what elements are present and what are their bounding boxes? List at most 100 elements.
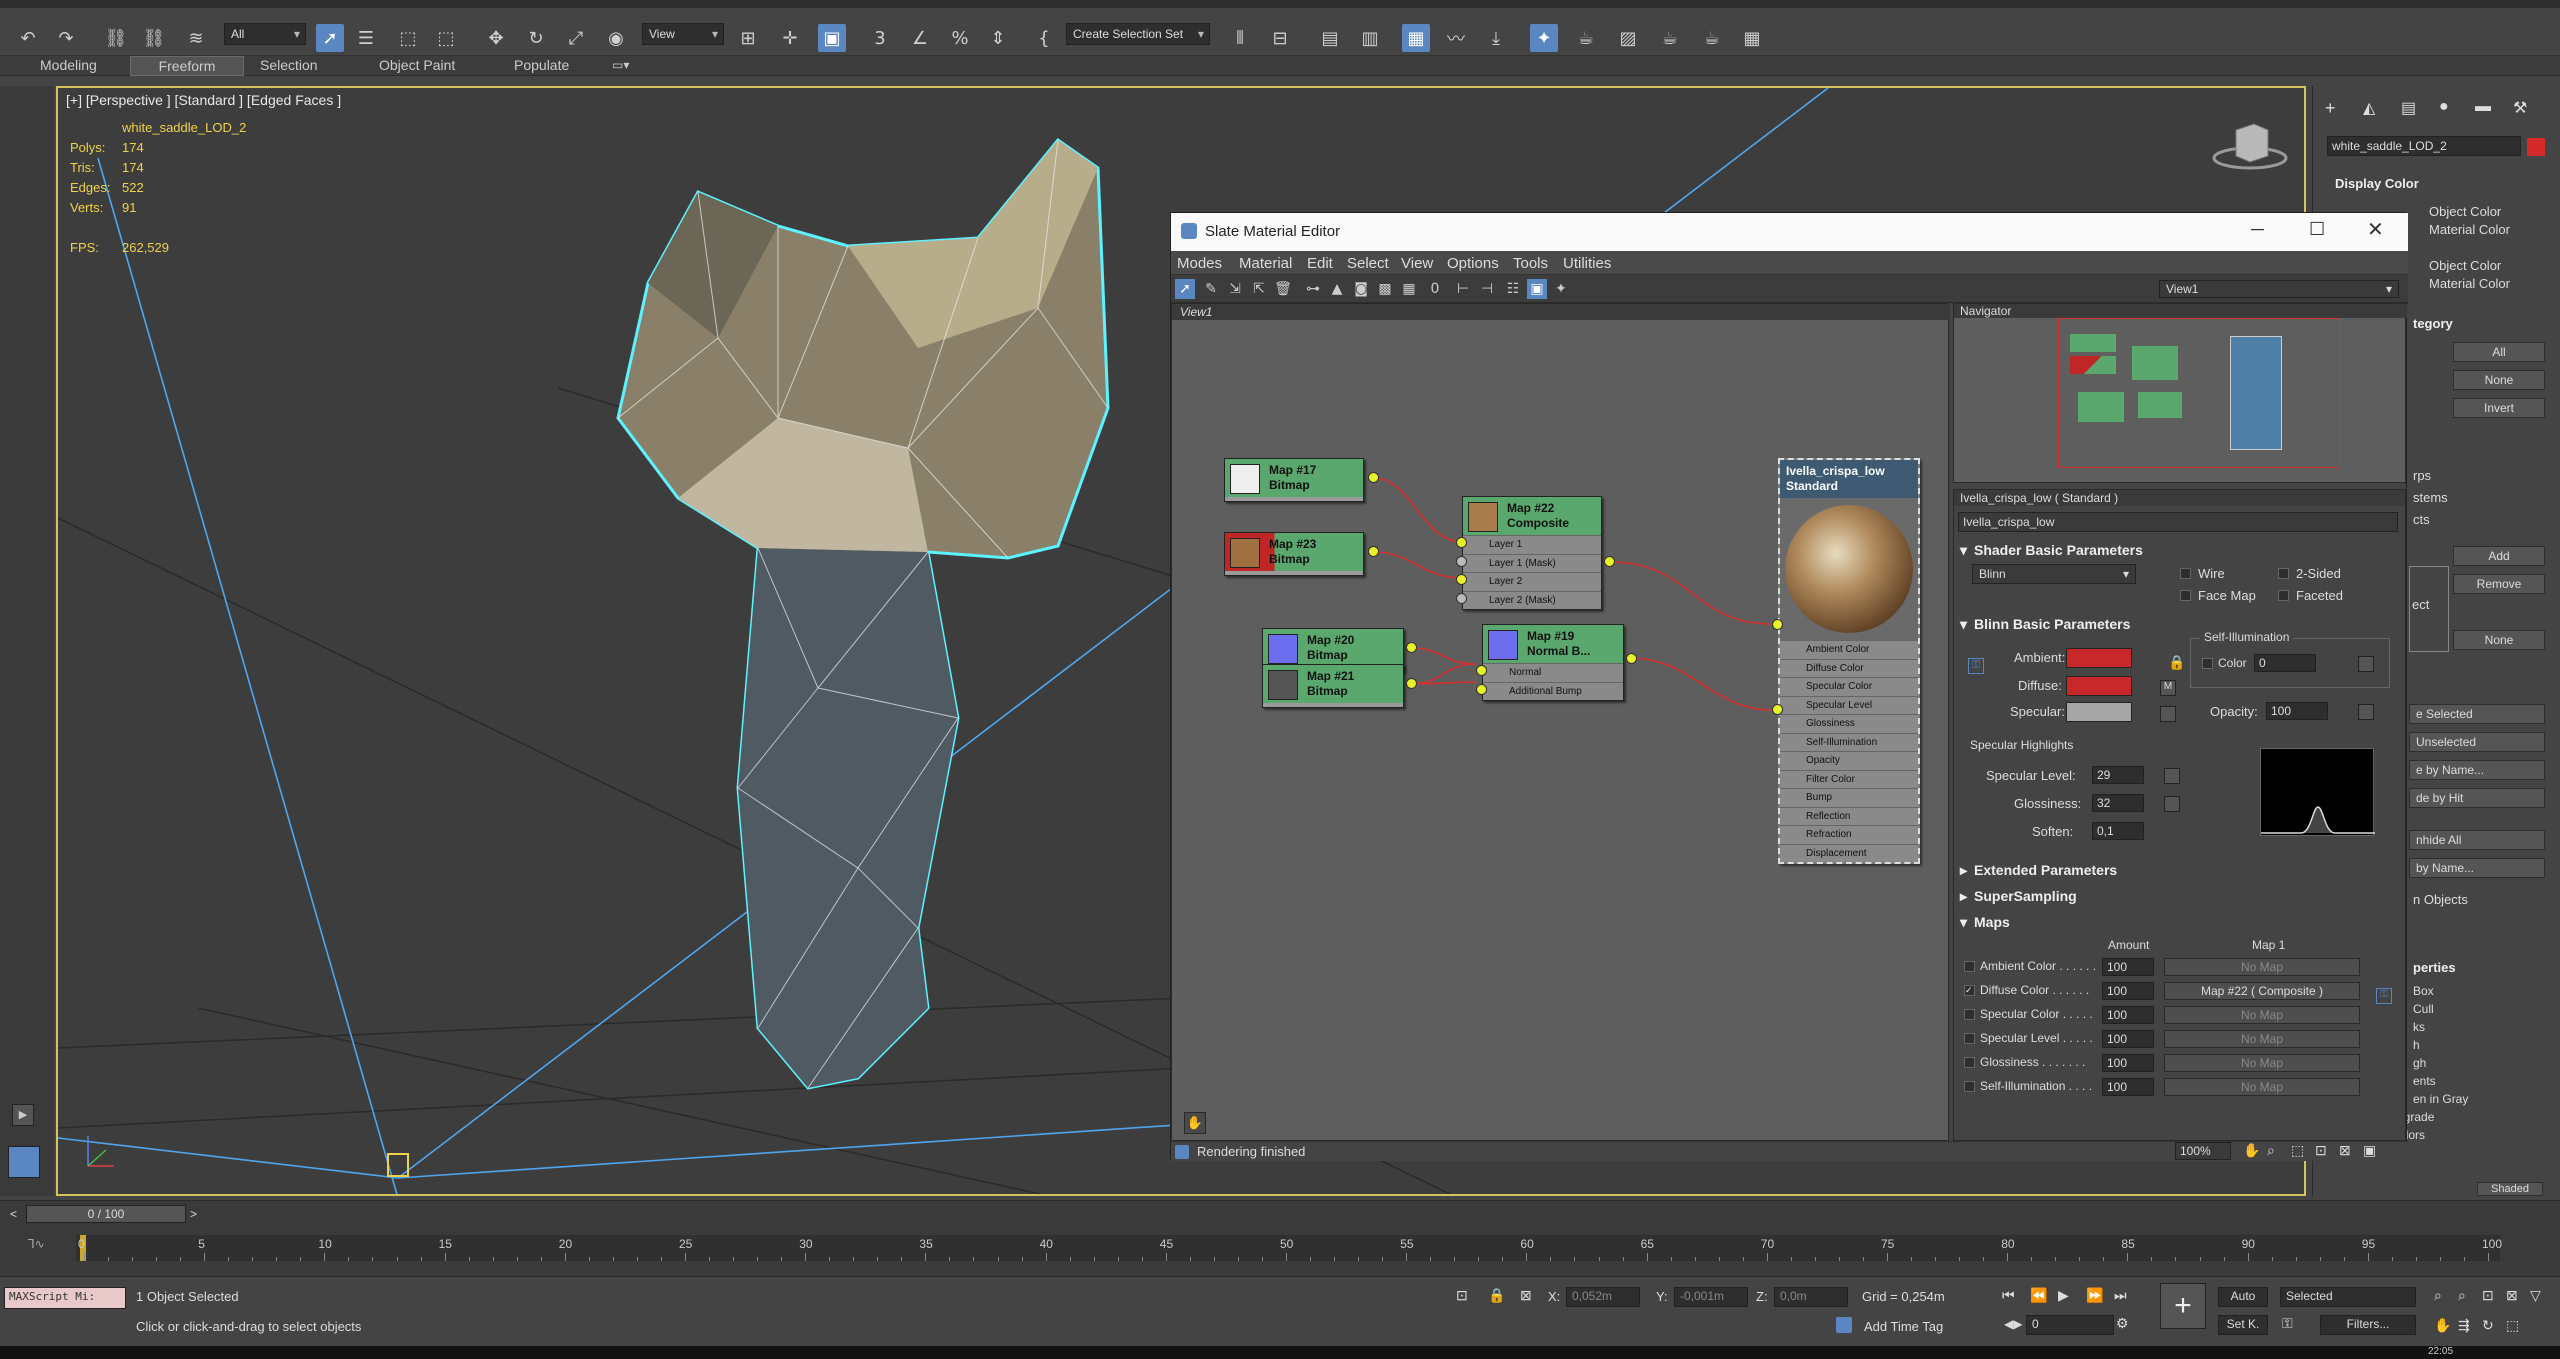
two-sided-checkbox[interactable]	[2278, 568, 2289, 579]
map-row-checkbox[interactable]	[1964, 961, 1975, 972]
material-in-diffuse[interactable]	[1772, 619, 1783, 630]
viewport-layout-icon[interactable]	[8, 1146, 40, 1178]
menu-view[interactable]: View	[1401, 255, 1433, 272]
display-color-heading[interactable]: Display Color	[2335, 176, 2419, 191]
unhide-by-name-button[interactable]: by Name...	[2409, 858, 2545, 878]
key-filter-dropdown[interactable]: Selected	[2280, 1287, 2416, 1307]
slot-glossiness[interactable]: Glossiness	[1780, 714, 1918, 733]
set-key-button[interactable]: Set K.	[2218, 1315, 2268, 1335]
add-button[interactable]: Add	[2453, 546, 2545, 566]
category-heading[interactable]: tegory	[2413, 316, 2453, 331]
node-map17-header[interactable]: Map #17 Bitmap	[1225, 459, 1363, 497]
node-map23[interactable]: Map #23 Bitmap	[1224, 532, 1364, 576]
node-map17-output[interactable]	[1368, 472, 1379, 483]
node-map19-slot-additional-bump[interactable]: Additional Bump	[1483, 681, 1623, 700]
pan-icon[interactable]: ✋	[2243, 1142, 2260, 1159]
self-illum-color-checkbox[interactable]	[2202, 658, 2213, 669]
material-in-bump[interactable]	[1772, 704, 1783, 715]
menu-edit[interactable]: Edit	[1307, 255, 1333, 272]
selection-filter-dropdown[interactable]: All	[224, 23, 306, 45]
opacity-spinner[interactable]: 100	[2266, 702, 2328, 720]
key-mode-toggle-icon[interactable]: ⚿	[2282, 1315, 2293, 1332]
set-key-icon[interactable]: +	[2160, 1283, 2206, 1329]
menu-modes[interactable]: Modes	[1177, 255, 1222, 272]
hide-by-name-button[interactable]: e by Name...	[2409, 760, 2545, 780]
wire-checkbox[interactable]	[2180, 568, 2191, 579]
delete-icon[interactable]: 🗑	[1273, 279, 1293, 299]
maps-rollout-arrow-icon[interactable]: ▾	[1960, 914, 1967, 931]
shader-rollout-arrow-icon[interactable]: ▾	[1960, 542, 1967, 559]
map-row-checkbox[interactable]	[1964, 1009, 1975, 1020]
self-illum-map-button[interactable]	[2358, 656, 2374, 672]
rendered-frame-icon[interactable]: ▨	[1614, 24, 1642, 52]
blinn-rollout-title[interactable]: Blinn Basic Parameters	[1974, 616, 2130, 632]
map-row-amount[interactable]: 100	[2102, 958, 2154, 976]
maximize-icon[interactable]: ☐	[2309, 219, 2325, 240]
node-map19-in-bump[interactable]	[1476, 684, 1487, 695]
current-frame-field[interactable]: 0	[2026, 1315, 2114, 1335]
maximize-viewport-icon[interactable]: ⬚	[2506, 1317, 2519, 1334]
layout-children-icon[interactable]: ⊣	[1477, 279, 1497, 299]
time-config-icon[interactable]: ⚙	[2116, 1315, 2129, 1332]
orbit-icon[interactable]: ↻	[2482, 1317, 2494, 1334]
pan-view-icon[interactable]: ✋	[2434, 1317, 2451, 1334]
shaded-object-color[interactable]: Object Color	[2429, 258, 2501, 273]
hide-unselected-button[interactable]: Unselected	[2409, 732, 2545, 752]
display-properties-heading[interactable]: perties	[2413, 960, 2456, 975]
node-material[interactable]: Ivella_crispa_low Standard Ambient Color…	[1778, 458, 1920, 864]
tab-object-paint[interactable]: Object Paint	[367, 56, 467, 76]
place-icon[interactable]: ◉	[602, 24, 630, 52]
node-view[interactable]: View1 Map #17 Bitmap Map #23 Bitmap Map …	[1171, 303, 1950, 1141]
link-icon[interactable]: ⛓	[102, 24, 130, 52]
slot-filter-color[interactable]: Filter Color	[1780, 769, 1918, 788]
maps-rollout[interactable]: Maps	[1974, 914, 2010, 930]
zoom-selected-icon[interactable]: ⊠	[2339, 1142, 2351, 1159]
node-map21-output[interactable]	[1406, 678, 1417, 689]
close-icon[interactable]: ✕	[2367, 217, 2384, 242]
node-map22-header[interactable]: Map #22 Composite	[1463, 497, 1601, 535]
map-row-map-button[interactable]: No Map	[2164, 1006, 2360, 1024]
self-illum-value-spinner[interactable]: 0	[2254, 654, 2316, 672]
field-of-view-icon[interactable]: ▽	[2530, 1287, 2541, 1304]
faceted-checkbox[interactable]	[2278, 590, 2289, 601]
slot-diffuse-color[interactable]: Diffuse Color	[1780, 658, 1918, 677]
select-manipulate-icon[interactable]: ✛	[776, 24, 804, 52]
node-map23-output[interactable]	[1368, 546, 1379, 557]
node-map20-header[interactable]: Map #20 Bitmap	[1263, 629, 1403, 667]
list-item-1[interactable]: rps	[2413, 468, 2431, 483]
layer-explorer-icon[interactable]: ▥	[1356, 24, 1384, 52]
shaded-button[interactable]: Shaded	[2477, 1182, 2543, 1196]
previous-frame-icon[interactable]: ⏪	[2030, 1287, 2047, 1304]
maps-lock-icon[interactable]: ⚿	[2376, 988, 2392, 1004]
node-map22-in-layer2-mask[interactable]	[1456, 593, 1467, 604]
hide-by-hit-button[interactable]: de by Hit	[2409, 788, 2545, 808]
prop-box[interactable]: Box	[2413, 984, 2434, 998]
modify-tab-icon[interactable]: ◭	[2363, 98, 2375, 118]
glossiness-spinner[interactable]: 32	[2092, 794, 2144, 812]
pick-material-icon[interactable]: ✎	[1201, 279, 1221, 299]
z-coordinate[interactable]: 0,0m	[1774, 1287, 1848, 1307]
slot-refraction[interactable]: Refraction	[1780, 825, 1918, 844]
node-map17[interactable]: Map #17 Bitmap	[1224, 458, 1364, 502]
keyboard-override-icon[interactable]: ▣	[818, 24, 846, 52]
map-row-amount[interactable]: 100	[2102, 1078, 2154, 1096]
move-icon[interactable]: ✥	[482, 24, 510, 52]
time-prev-icon[interactable]: <	[10, 1207, 17, 1221]
time-slider[interactable]: 0 / 100	[26, 1205, 186, 1223]
background-icon[interactable]: ▦	[1399, 279, 1419, 299]
percent-snap-icon[interactable]: %	[946, 24, 974, 52]
shaded-material-color[interactable]: Material Color	[2429, 276, 2510, 291]
menu-utilities[interactable]: Utilities	[1563, 255, 1611, 272]
map-row-amount[interactable]: 100	[2102, 982, 2154, 1000]
add-time-tag[interactable]: Add Time Tag	[1864, 1319, 1943, 1334]
minimize-icon[interactable]: ─	[2251, 219, 2264, 240]
move-children-icon[interactable]: ⊶	[1303, 279, 1323, 299]
spec-level-map-button[interactable]	[2164, 768, 2180, 784]
key-filters-button[interactable]: Filters...	[2320, 1315, 2416, 1335]
material-map-browser-icon[interactable]: ▣	[1527, 279, 1547, 299]
node-material-header[interactable]: Ivella_crispa_low Standard	[1780, 460, 1918, 498]
map-row-checkbox[interactable]	[1964, 1033, 1975, 1044]
create-tab-icon[interactable]: +	[2325, 98, 2336, 119]
show-end-result-icon[interactable]: ▩	[1375, 279, 1395, 299]
ambient-color-swatch[interactable]	[2066, 648, 2132, 668]
